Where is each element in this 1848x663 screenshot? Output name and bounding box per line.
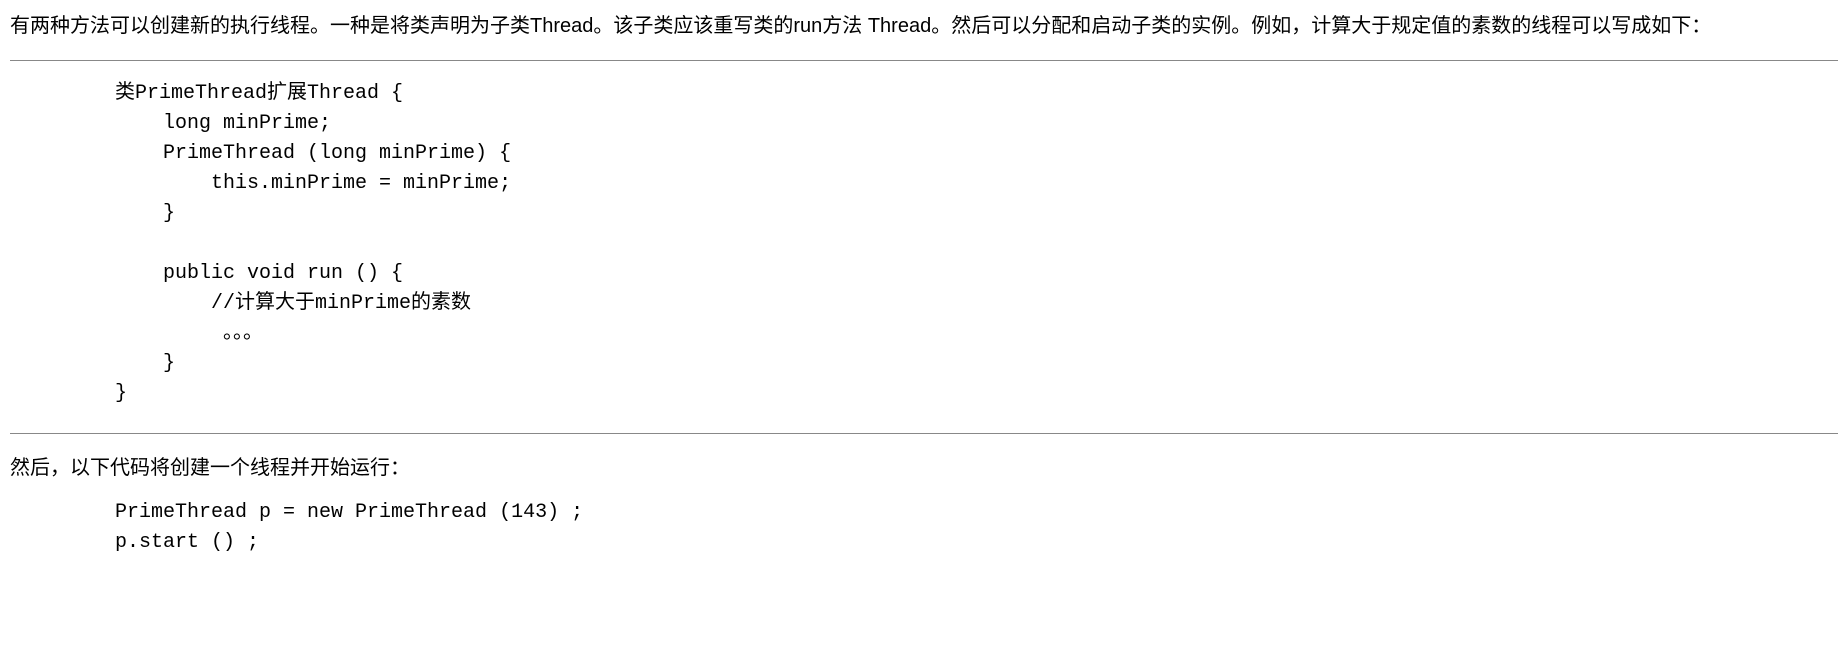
divider-1 [10,60,1838,61]
code-block-1: 类PrimeThread扩展Thread { long minPrime; Pr… [115,79,1838,409]
intro-paragraph: 有两种方法可以创建新的执行线程。一种是将类声明为子类Thread。该子类应该重写… [10,10,1838,42]
code-block-2: PrimeThread p = new PrimeThread (143) ; … [115,498,1838,558]
divider-2 [10,433,1838,434]
followup-paragraph: 然后，以下代码将创建一个线程并开始运行： [10,452,1838,484]
